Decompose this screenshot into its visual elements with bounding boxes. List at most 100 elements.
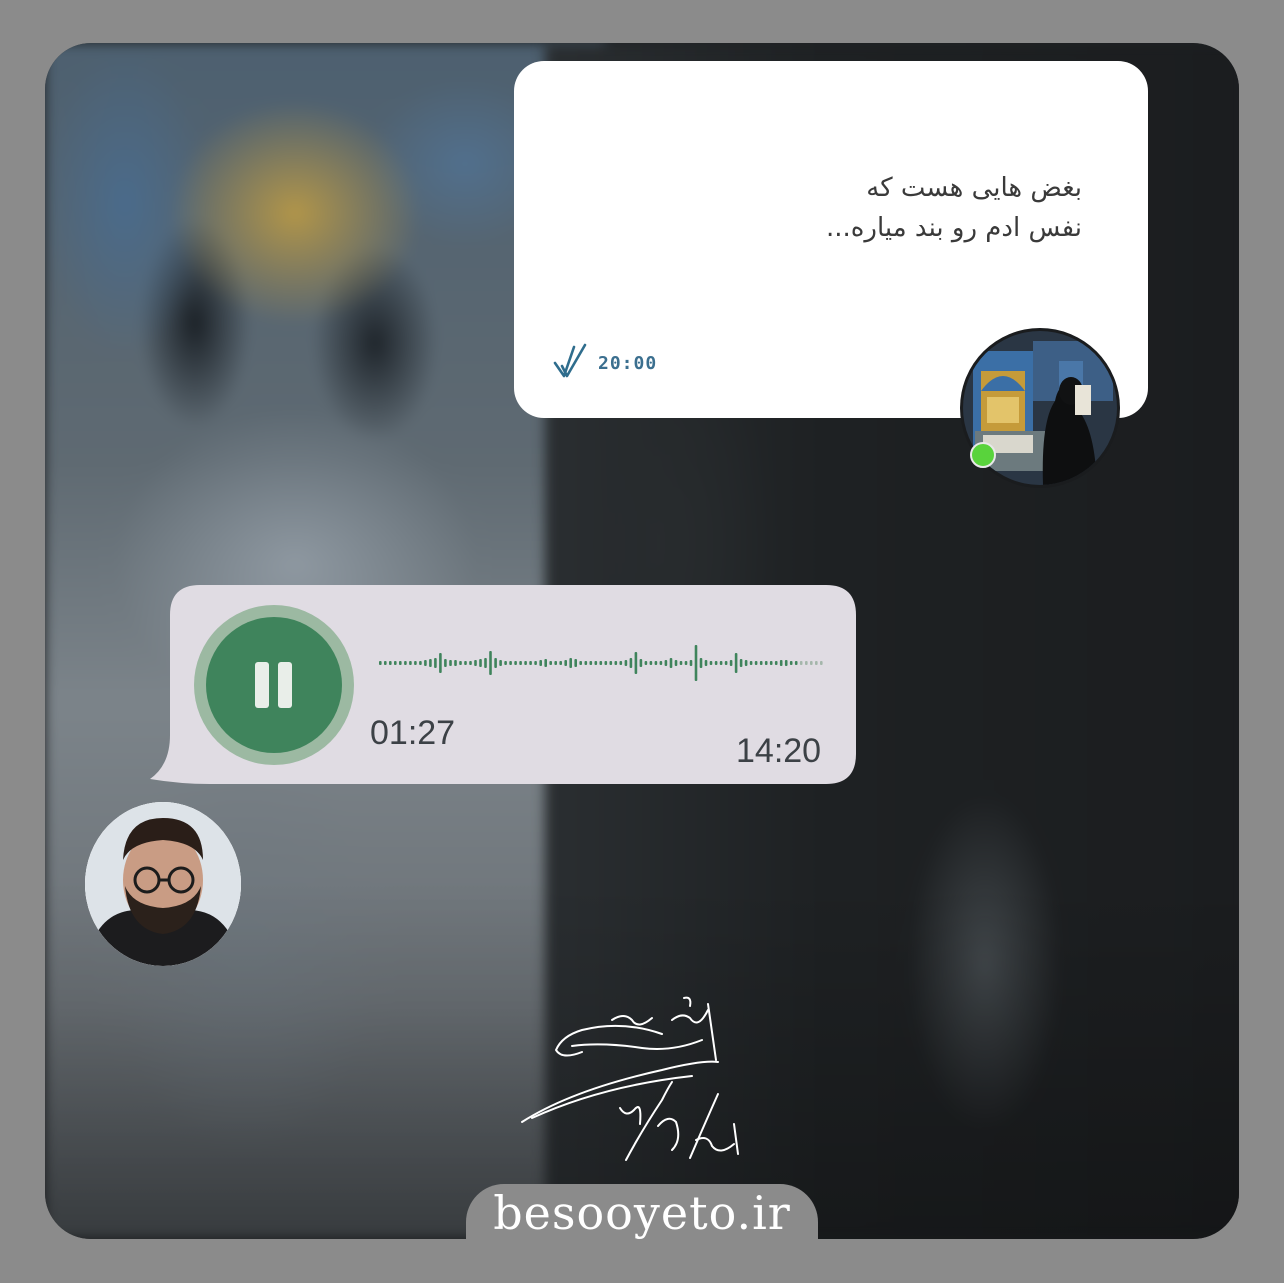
message-line-1: بغض هایی هست که: [866, 173, 1082, 203]
waveform-bar: [459, 661, 462, 665]
waveform-bar: [584, 661, 588, 665]
waveform-bar: [524, 661, 527, 665]
waveform-bar: [805, 661, 808, 665]
waveform-bar: [684, 661, 688, 665]
waveform-bar: [634, 652, 638, 674]
message-time: 20:00: [598, 353, 658, 374]
waveform-bar: [714, 661, 718, 665]
waveform-bar: [724, 661, 728, 665]
waveform-bar: [815, 661, 818, 665]
waveform-bar: [709, 661, 713, 665]
waveform-bar: [469, 661, 472, 665]
waveform-bar: [569, 658, 572, 668]
waveform-bar: [484, 658, 487, 668]
waveform-bar: [810, 661, 813, 665]
waveform-bar: [629, 658, 633, 668]
waveform-bar: [729, 660, 733, 666]
waveform-bar: [739, 659, 743, 667]
waveform-bar: [789, 661, 793, 665]
online-status-dot: [970, 442, 996, 468]
waveform-bar: [464, 661, 467, 665]
waveform-bar: [744, 660, 748, 666]
waveform-bar: [454, 660, 457, 666]
waveform-bar: [699, 658, 703, 668]
waveform-bar: [544, 659, 547, 667]
waveform-bar: [384, 661, 387, 665]
waveform-bar: [389, 661, 392, 665]
waveform-bar: [509, 661, 512, 665]
waveform-bar: [674, 660, 678, 666]
waveform-bar: [799, 661, 803, 665]
waveform-bar: [494, 658, 497, 668]
waveform-bar: [519, 661, 522, 665]
waveform-bar: [784, 660, 788, 666]
waveform-bar: [499, 660, 502, 666]
waveform-bar: [434, 658, 437, 668]
waveform-bar: [820, 661, 823, 665]
pause-icon: [255, 662, 269, 708]
waveform-bar: [539, 660, 542, 666]
waveform-bar: [689, 660, 693, 666]
waveform-bar: [734, 653, 738, 673]
waveform-bar: [669, 658, 673, 668]
waveform-bar: [604, 661, 608, 665]
double-check-icon: [553, 343, 587, 378]
waveform-bar: [429, 659, 432, 667]
waveform-bar: [504, 661, 507, 665]
waveform-bar: [774, 661, 778, 665]
waveform-bar: [764, 661, 768, 665]
waveform-bar: [679, 661, 683, 665]
waveform-bar: [704, 660, 708, 666]
waveform-bar: [749, 661, 753, 665]
waveform-bar: [659, 661, 663, 665]
website-url[interactable]: besooyeto.ir: [466, 1186, 818, 1240]
waveform-bar: [614, 661, 618, 665]
waveform-bar: [654, 661, 658, 665]
waveform-bar: [759, 661, 763, 665]
waveform-bar: [549, 661, 552, 665]
handwritten-signature: [521, 996, 739, 1161]
waveform-bar: [639, 659, 643, 667]
waveform-bar: [474, 660, 477, 666]
waveform-bar: [664, 660, 668, 666]
waveform-bar: [779, 660, 783, 666]
waveform-bar: [404, 661, 407, 665]
waveform-bar: [394, 661, 397, 665]
waveform-bar: [594, 661, 598, 665]
message-line-2: نفس ادم رو بند میاره...: [825, 213, 1082, 243]
waveform-bar: [379, 661, 382, 665]
waveform-bar: [719, 661, 723, 665]
waveform-bar: [414, 661, 417, 665]
waveform-bar: [619, 661, 623, 665]
waveform-bar: [529, 661, 532, 665]
waveform-bar: [754, 661, 758, 665]
waveform-bar: [419, 661, 422, 665]
waveform-bar: [444, 659, 447, 667]
waveform-bar: [399, 661, 402, 665]
waveform-bar: [514, 661, 517, 665]
waveform-bar: [534, 661, 537, 665]
waveform-bar: [769, 661, 773, 665]
waveform-bar: [794, 661, 798, 665]
waveform-bar: [439, 653, 442, 673]
voice-waveform[interactable]: [378, 640, 824, 686]
waveform-bar: [559, 661, 562, 665]
waveform-bar: [554, 661, 557, 665]
waveform-bar: [694, 645, 698, 681]
user-avatar-icon[interactable]: [85, 802, 241, 966]
waveform-bar: [579, 661, 582, 665]
waveform-bar: [609, 661, 613, 665]
waveform-bar: [589, 661, 593, 665]
waveform-bar: [424, 660, 427, 666]
waveform-bar: [449, 660, 452, 666]
waveform-bar: [649, 661, 653, 665]
waveform-bar: [489, 651, 492, 675]
voice-message-time: 14:20: [736, 732, 822, 770]
waveform-bar: [644, 661, 648, 665]
pause-button[interactable]: [206, 617, 342, 753]
waveform-bar: [624, 660, 628, 666]
waveform-bar: [599, 661, 603, 665]
waveform-bar: [409, 661, 412, 665]
waveform-bar: [479, 659, 482, 667]
waveform-bar: [574, 659, 577, 667]
